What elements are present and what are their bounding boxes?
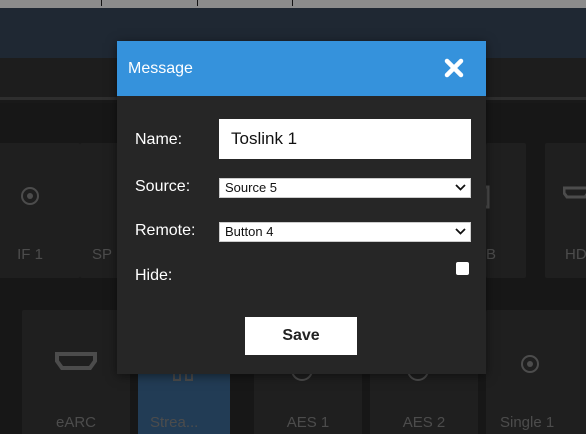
chevron-down-icon <box>455 228 466 235</box>
close-icon <box>444 58 464 78</box>
hide-label: Hide: <box>135 267 173 284</box>
source-select-value: Source 5 <box>225 180 278 195</box>
chevron-down-icon <box>455 184 466 191</box>
remote-select-value: Button 4 <box>225 224 274 239</box>
remote-label: Remote: <box>135 222 196 239</box>
dialog-header: Message <box>117 41 486 96</box>
message-dialog: Message Name: Source: Source 5 Remote: B… <box>117 41 486 374</box>
name-label: Name: <box>135 131 183 148</box>
close-button[interactable] <box>443 57 465 79</box>
source-select[interactable]: Source 5 <box>219 178 471 198</box>
hide-checkbox[interactable] <box>456 262 469 275</box>
screen: IF 1 SP B HD eARC Strea... AES 1 AES 2 S… <box>0 0 586 434</box>
save-button[interactable]: Save <box>245 317 357 355</box>
remote-select[interactable]: Button 4 <box>219 222 471 242</box>
dialog-title: Message <box>128 60 193 77</box>
source-label: Source: <box>135 178 191 195</box>
name-input[interactable] <box>219 119 471 159</box>
